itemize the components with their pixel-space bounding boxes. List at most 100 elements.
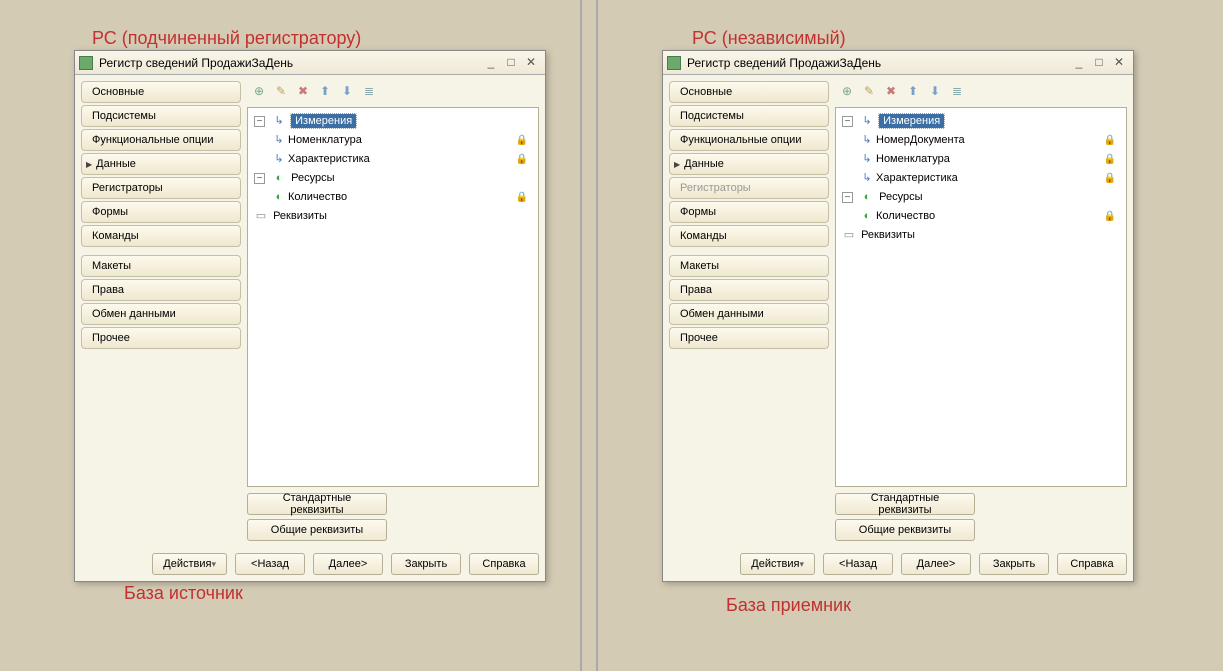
tree-node-dimensions[interactable]: Измерения <box>879 114 944 128</box>
tree-node[interactable]: НомерДокумента <box>876 134 965 146</box>
add-icon[interactable]: ⊕ <box>251 83 267 99</box>
close-button[interactable]: Закрыть <box>391 553 461 575</box>
sidebar-item-other[interactable]: Прочее <box>81 327 241 349</box>
sidebar-item-funcoptions[interactable]: Функциональные опции <box>81 129 241 151</box>
sidebar-item-data[interactable]: Данные <box>81 153 241 175</box>
move-up-icon[interactable]: ⬆ <box>317 83 333 99</box>
close-icon[interactable]: ✕ <box>521 55 541 71</box>
standard-requisites-button[interactable]: Стандартные реквизиты <box>247 493 387 515</box>
sidebar: Основные Подсистемы Функциональные опции… <box>81 81 241 541</box>
sidebar-item-layouts[interactable]: Макеты <box>81 255 241 277</box>
resource-icon: ◐ <box>860 188 874 207</box>
close-button[interactable]: Закрыть <box>979 553 1049 575</box>
add-icon[interactable]: ⊕ <box>839 83 855 99</box>
annotation-right-bottom: База приемник <box>726 595 851 616</box>
tree-node[interactable]: Количество <box>288 191 347 203</box>
toggle-resources[interactable]: − <box>842 192 853 203</box>
window-title: Регистр сведений ПродажиЗаДень <box>99 56 293 70</box>
sidebar-item-layouts[interactable]: Макеты <box>669 255 829 277</box>
lock-icon: 🔒 <box>1104 169 1116 188</box>
tree-node[interactable]: Номенклатура <box>288 134 362 146</box>
help-button[interactable]: Справка <box>1057 553 1127 575</box>
sidebar-item-commands[interactable]: Команды <box>669 225 829 247</box>
sidebar-item-main[interactable]: Основные <box>669 81 829 103</box>
titlebar[interactable]: Регистр сведений ПродажиЗаДень _ □ ✕ <box>75 51 545 75</box>
sidebar-item-exchange[interactable]: Обмен данными <box>669 303 829 325</box>
sidebar-item-forms[interactable]: Формы <box>669 201 829 223</box>
attributes-icon: ▭ <box>842 226 856 245</box>
delete-icon[interactable]: ✖ <box>883 83 899 99</box>
move-down-icon[interactable]: ⬇ <box>927 83 943 99</box>
lock-icon: 🔒 <box>1104 207 1116 226</box>
tree-node-resources[interactable]: Ресурсы <box>291 172 334 184</box>
list-icon[interactable]: ≣ <box>949 83 965 99</box>
annotation-left-top: РС (подчиненный регистратору) <box>92 28 361 49</box>
tree[interactable]: − ↳ Измерения ↳Номенклатура🔒 ↳Характерис… <box>252 112 534 226</box>
maximize-icon[interactable]: □ <box>1089 55 1109 71</box>
maximize-icon[interactable]: □ <box>501 55 521 71</box>
resource-icon: ◐ <box>860 207 874 226</box>
annotation-left-bottom: База источник <box>124 583 243 604</box>
back-button[interactable]: <Назад <box>823 553 893 575</box>
sidebar-item-rights[interactable]: Права <box>669 279 829 301</box>
back-button[interactable]: <Назад <box>235 553 305 575</box>
sidebar-item-commands[interactable]: Команды <box>81 225 241 247</box>
tree-node[interactable]: Характеристика <box>876 172 958 184</box>
toggle-resources[interactable]: − <box>254 173 265 184</box>
tree-node[interactable]: Номенклатура <box>876 153 950 165</box>
standard-requisites-button[interactable]: Стандартные реквизиты <box>835 493 975 515</box>
sidebar-item-rights[interactable]: Права <box>81 279 241 301</box>
tree-node-resources[interactable]: Ресурсы <box>879 191 922 203</box>
toggle-dimensions[interactable]: − <box>842 116 853 127</box>
sidebar-item-exchange[interactable]: Обмен данными <box>81 303 241 325</box>
resource-icon: ◐ <box>272 188 286 207</box>
next-button[interactable]: Далее> <box>313 553 383 575</box>
delete-icon[interactable]: ✖ <box>295 83 311 99</box>
toolbar: ⊕ ✎ ✖ ⬆ ⬇ ≣ <box>835 81 1127 101</box>
tree-node-attributes[interactable]: Реквизиты <box>273 210 327 222</box>
move-down-icon[interactable]: ⬇ <box>339 83 355 99</box>
resource-icon: ◐ <box>272 169 286 188</box>
common-requisites-button[interactable]: Общие реквизиты <box>247 519 387 541</box>
sidebar-item-data[interactable]: Данные <box>669 153 829 175</box>
sidebar-item-funcoptions[interactable]: Функциональные опции <box>669 129 829 151</box>
toolbar: ⊕ ✎ ✖ ⬆ ⬇ ≣ <box>247 81 539 101</box>
minimize-icon[interactable]: _ <box>1069 55 1089 71</box>
sidebar-item-forms[interactable]: Формы <box>81 201 241 223</box>
next-button[interactable]: Далее> <box>901 553 971 575</box>
actions-button[interactable]: Действия <box>152 553 227 575</box>
register-icon <box>79 56 93 70</box>
lock-icon: 🔒 <box>516 188 528 207</box>
move-up-icon[interactable]: ⬆ <box>905 83 921 99</box>
axis-icon: ↳ <box>272 150 286 169</box>
lock-icon: 🔒 <box>1104 150 1116 169</box>
actions-button[interactable]: Действия <box>740 553 815 575</box>
register-icon <box>667 56 681 70</box>
tree-node-attributes[interactable]: Реквизиты <box>861 229 915 241</box>
tree[interactable]: − ↳ Измерения ↳НомерДокумента🔒 ↳Номенкла… <box>840 112 1122 245</box>
sidebar-item-subsystems[interactable]: Подсистемы <box>669 105 829 127</box>
help-button[interactable]: Справка <box>469 553 539 575</box>
list-icon[interactable]: ≣ <box>361 83 377 99</box>
sidebar-item-main[interactable]: Основные <box>81 81 241 103</box>
tree-node[interactable]: Характеристика <box>288 153 370 165</box>
lock-icon: 🔒 <box>516 150 528 169</box>
axis-icon: ↳ <box>860 150 874 169</box>
close-icon[interactable]: ✕ <box>1109 55 1129 71</box>
tree-node-dimensions[interactable]: Измерения <box>291 114 356 128</box>
tree-node[interactable]: Количество <box>876 210 935 222</box>
titlebar[interactable]: Регистр сведений ПродажиЗаДень _ □ ✕ <box>663 51 1133 75</box>
sidebar-item-other[interactable]: Прочее <box>669 327 829 349</box>
sidebar-item-registrators[interactable]: Регистраторы <box>81 177 241 199</box>
annotation-right-top: РС (независимый) <box>692 28 846 49</box>
edit-icon[interactable]: ✎ <box>273 83 289 99</box>
edit-icon[interactable]: ✎ <box>861 83 877 99</box>
sidebar: Основные Подсистемы Функциональные опции… <box>669 81 829 541</box>
lock-icon: 🔒 <box>1104 131 1116 150</box>
common-requisites-button[interactable]: Общие реквизиты <box>835 519 975 541</box>
axis-icon: ↳ <box>272 112 286 131</box>
toggle-dimensions[interactable]: − <box>254 116 265 127</box>
sidebar-item-subsystems[interactable]: Подсистемы <box>81 105 241 127</box>
lock-icon: 🔒 <box>516 131 528 150</box>
minimize-icon[interactable]: _ <box>481 55 501 71</box>
